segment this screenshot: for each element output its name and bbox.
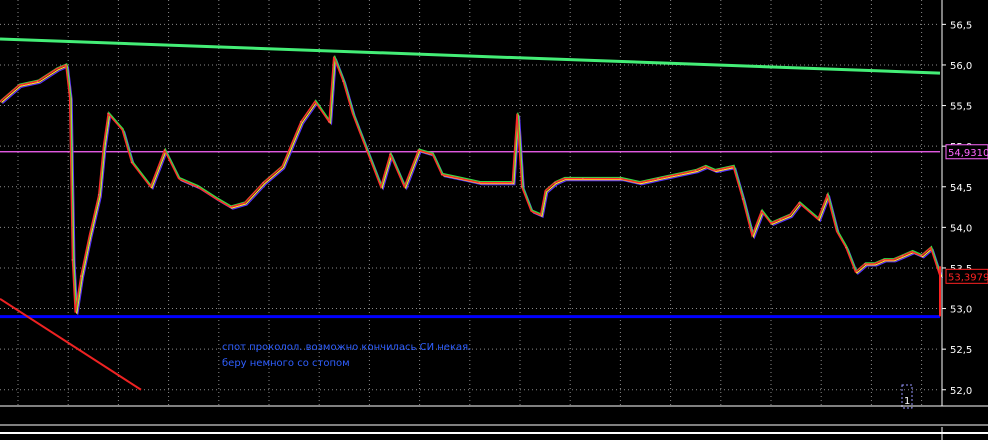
price-point-64: [798, 202, 800, 204]
price-point-42: [520, 185, 523, 188]
price-point-56: [713, 169, 716, 172]
price-point-24: [299, 120, 302, 123]
price-point-22: [262, 181, 265, 184]
y-tick-label-9: 52,0: [950, 386, 972, 397]
price-point-72: [882, 258, 885, 261]
price-point-70: [863, 263, 866, 265]
cursor-box-label: 1: [904, 396, 910, 407]
price-point-8: [79, 275, 82, 277]
y-tick-label-5: 54,0: [950, 223, 972, 234]
price-point-30: [365, 149, 368, 152]
price-point-32: [389, 153, 391, 156]
price-point-54: [694, 169, 697, 172]
price-point-66: [826, 193, 829, 196]
price-point-68: [845, 246, 847, 249]
price-point-34: [417, 149, 420, 152]
price-point-36: [440, 173, 443, 176]
price-point-28: [342, 80, 344, 83]
y-tick-label-7: 53,0: [950, 305, 972, 316]
price-point-2: [36, 80, 39, 83]
price-point-6: [71, 258, 74, 261]
price-point-50: [619, 177, 622, 180]
price-point-4: [64, 64, 67, 66]
price-point-38: [478, 181, 481, 184]
annotation-line-2: беру немного со стопом: [222, 358, 350, 369]
price-point-52: [657, 177, 659, 180]
price-point-18: [196, 185, 199, 188]
price-point-20: [229, 206, 232, 208]
chart-background: [0, 0, 988, 440]
price-point-74: [901, 254, 904, 257]
price-point-46: [553, 181, 556, 184]
price-point-48: [581, 177, 584, 180]
level-tag-label-0: 54,9310: [948, 148, 988, 159]
price-point-26: [328, 120, 330, 123]
price-point-58: [741, 198, 744, 200]
price-point-62: [779, 218, 782, 221]
y-tick-label-0: 56,5: [950, 20, 972, 31]
price-point-44: [539, 214, 542, 217]
y-tick-label-1: 56,0: [950, 61, 972, 72]
price-point-76: [920, 254, 923, 257]
y-tick-label-2: 55,5: [950, 102, 972, 113]
price-point-10: [97, 193, 100, 196]
price-point-40: [511, 181, 514, 184]
price-point-60: [760, 210, 763, 213]
last-price-tag-label: 53,3979: [948, 272, 988, 283]
price-point-16: [163, 149, 166, 152]
price-point-14: [130, 161, 133, 164]
price-point-12: [107, 112, 109, 115]
price-chart[interactable]: 56,556,055,555,054,554,053,553,052,552,0…: [0, 0, 988, 440]
y-tick-label-8: 52,5: [950, 345, 972, 356]
annotation-line-1: спот проколол. возможно кончилась СИ нек…: [222, 342, 471, 353]
y-tick-label-4: 54,5: [950, 183, 972, 194]
